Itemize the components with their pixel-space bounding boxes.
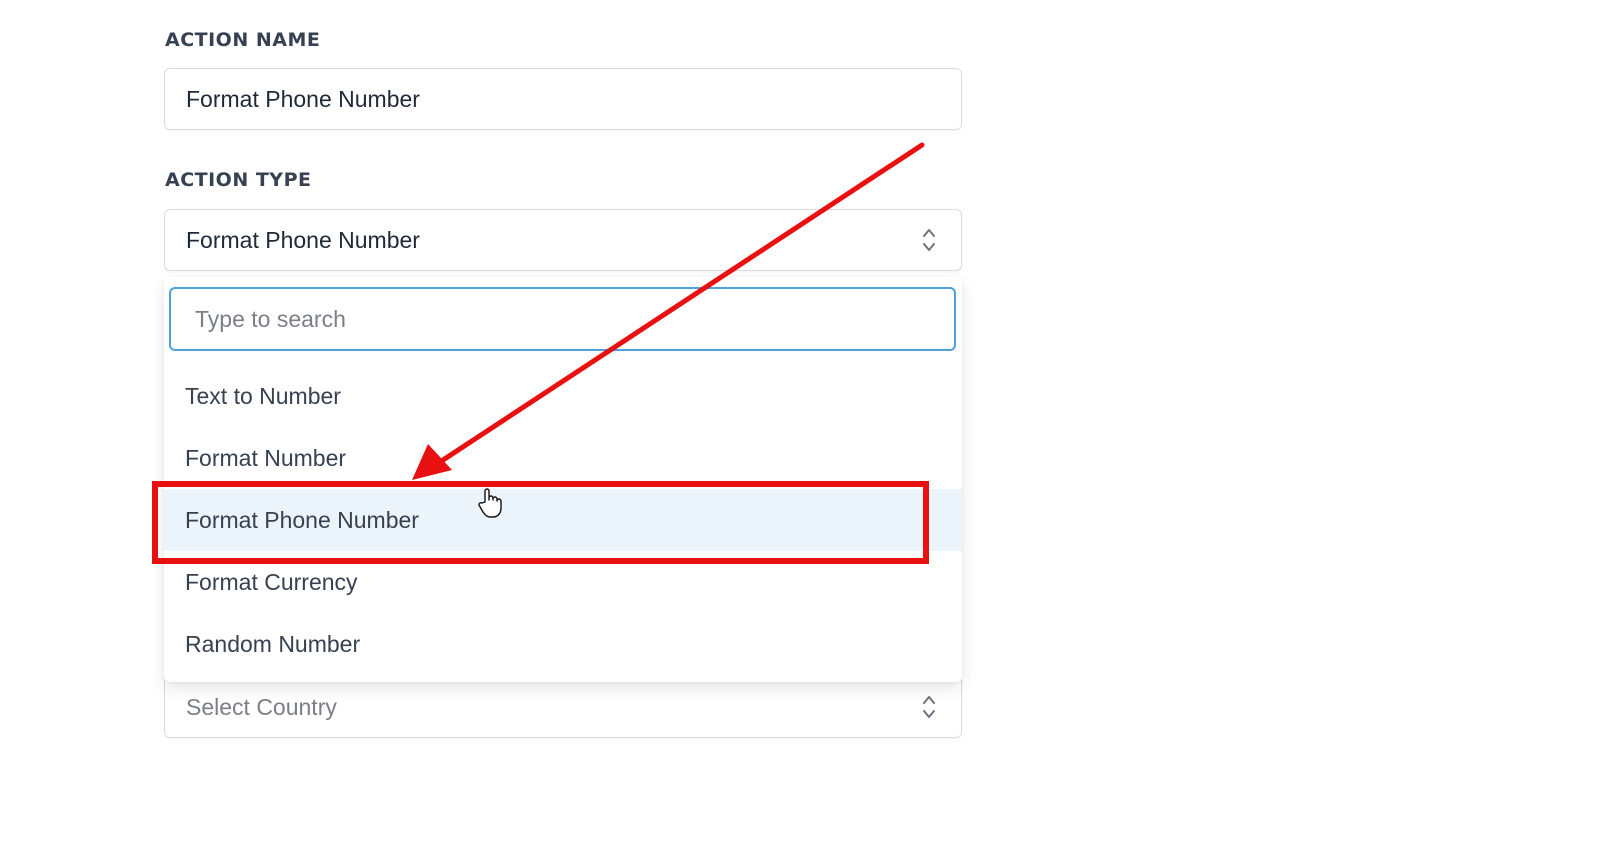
action-type-dropdown: Text to Number Format Number Format Phon… — [164, 277, 962, 682]
dropdown-option-random-number[interactable]: Random Number — [164, 613, 962, 675]
hand-cursor-icon — [478, 488, 502, 518]
chevron-up-down-icon — [923, 696, 935, 718]
action-name-label: ACTION NAME — [165, 29, 321, 51]
action-name-input[interactable]: Format Phone Number — [164, 68, 962, 130]
dropdown-option-format-phone-number[interactable]: Format Phone Number — [164, 489, 962, 551]
chevron-up-down-icon — [923, 229, 935, 251]
form-panel: ACTION NAME Format Phone Number ACTION T… — [0, 0, 1600, 842]
country-select[interactable]: Select Country — [164, 676, 962, 738]
dropdown-search-input[interactable] — [169, 287, 956, 351]
action-type-label: ACTION TYPE — [165, 169, 312, 191]
action-type-selected-value: Format Phone Number — [186, 226, 420, 253]
dropdown-option-text-to-number[interactable]: Text to Number — [164, 365, 962, 427]
dropdown-option-format-number[interactable]: Format Number — [164, 427, 962, 489]
action-type-select[interactable]: Format Phone Number — [164, 209, 962, 271]
country-select-placeholder: Select Country — [186, 693, 337, 720]
dropdown-option-format-currency[interactable]: Format Currency — [164, 551, 962, 613]
